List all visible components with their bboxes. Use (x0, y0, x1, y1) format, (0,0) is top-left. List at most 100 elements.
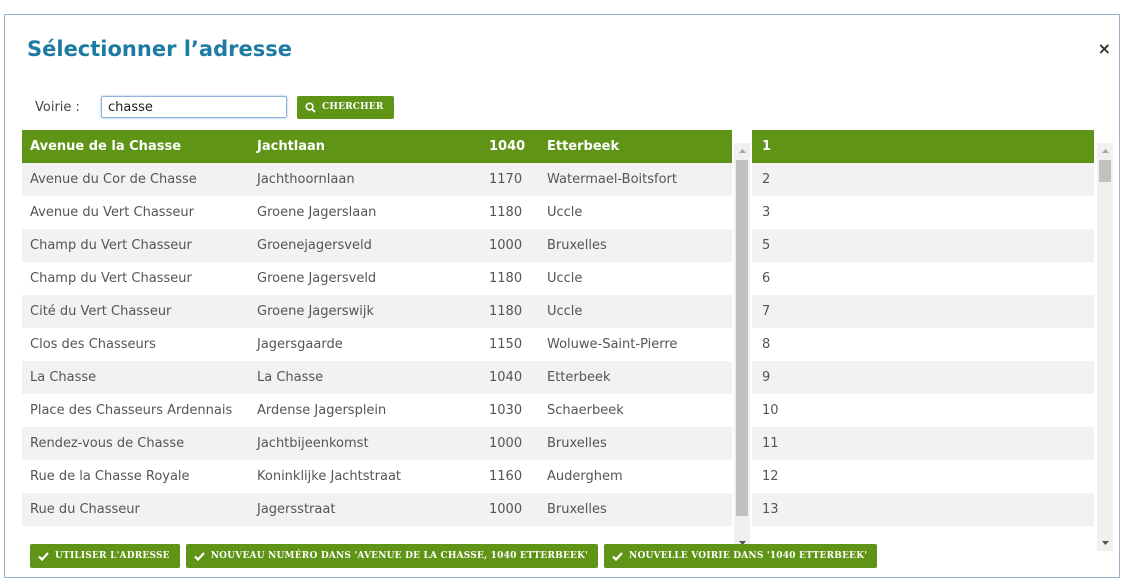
street-name-nl: Jachthoornlaan (257, 172, 355, 187)
street-name-nl: La Chasse (257, 370, 324, 385)
search-input[interactable] (101, 96, 287, 118)
street-name-nl: Jachtbijeenkomst (257, 436, 369, 451)
street-name-nl: Koninklijke Jachtstraat (257, 469, 402, 484)
postal-code: 1000 (489, 502, 523, 517)
postal-code: 1040 (489, 370, 523, 385)
street-name: Rue du Chasseur (30, 502, 140, 517)
postal-code: 1180 (489, 304, 523, 319)
street-row[interactable]: Cité du Vert Chasseur Groene Jagerswijk 11… (22, 295, 732, 328)
house-number-row[interactable]: 8 (752, 328, 1094, 361)
new-street-button[interactable]: NOUVELLE VOIRIE DANS '1040 ETTERBEEK' (604, 544, 878, 568)
street-name: Avenue de la Chasse (30, 139, 182, 154)
street-name: Clos des Chasseurs (30, 337, 156, 352)
scroll-thumb[interactable] (1099, 160, 1111, 182)
city: Uccle (547, 205, 583, 220)
street-name-nl: Ardense Jagersplein (257, 403, 387, 418)
search-row: Voirie : CHERCHER (35, 95, 394, 119)
street-name: La Chasse (30, 370, 97, 385)
scroll-up-icon[interactable] (1097, 143, 1113, 159)
number-list-scrollbar[interactable] (1097, 143, 1113, 551)
street-name-nl: Jagersgaarde (257, 337, 343, 352)
house-number-row[interactable]: 5 (752, 229, 1094, 262)
street-name-nl: Jagersstraat (257, 502, 336, 517)
street-row[interactable]: Avenue du Cor de Chasse Jachthoornlaan 117… (22, 163, 732, 196)
street-list: Avenue de la Chasse Jachtlaan 1040 Etterbee… (22, 130, 732, 536)
new-street-label: NOUVELLE VOIRIE DANS '1040 ETTERBEEK' (629, 551, 868, 561)
street-row[interactable]: Rue du Chasseur Jagersstraat 1000 Bruxelles (22, 493, 732, 526)
search-button[interactable]: CHERCHER (297, 95, 394, 119)
search-icon (305, 101, 316, 113)
new-number-label: NOUVEAU NUMÉRO DANS 'AVENUE DE LA CHASSE… (210, 551, 589, 561)
city: Bruxelles (547, 502, 607, 517)
street-row[interactable]: Champ du Vert Chasseur Groene Jagersveld 1… (22, 262, 732, 295)
use-address-button[interactable]: UTILISER L'ADRESSE (30, 544, 180, 568)
street-name: Avenue du Vert Chasseur (30, 205, 194, 220)
street-row[interactable]: Avenue de la Chasse Jachtlaan 1040 Etterbee… (22, 130, 732, 163)
house-number: 2 (762, 172, 771, 187)
postal-code: 1160 (489, 469, 523, 484)
check-icon (193, 551, 205, 561)
number-list: 1 2 3 5 6 7 8 9 10 11 12 13 (752, 130, 1094, 536)
dialog-title: Sélectionner l’adresse (27, 37, 292, 61)
house-number: 8 (762, 337, 771, 352)
street-name: Avenue du Cor de Chasse (30, 172, 197, 187)
search-label: Voirie : (35, 99, 80, 115)
postal-code: 1180 (489, 205, 523, 220)
check-icon (612, 551, 623, 561)
street-row[interactable]: Place des Chasseurs Ardennais Ardense Jag… (22, 394, 732, 427)
house-number-row[interactable]: 9 (752, 361, 1094, 394)
new-number-button[interactable]: NOUVEAU NUMÉRO DANS 'AVENUE DE LA CHASSE… (185, 544, 599, 568)
house-number: 1 (762, 139, 772, 154)
house-number-row[interactable]: 2 (752, 163, 1094, 196)
postal-code: 1000 (489, 436, 523, 451)
scroll-down-icon[interactable] (1097, 535, 1113, 551)
street-name-nl: Groene Jagersveld (257, 271, 377, 286)
house-number-row[interactable]: 3 (752, 196, 1094, 229)
house-number-row[interactable]: 1 (752, 130, 1094, 163)
street-row[interactable]: Avenue du Vert Chasseur Groene Jagerslaan… (22, 196, 732, 229)
street-name: Rendez-vous de Chasse (30, 436, 185, 451)
street-name-nl: Jachtlaan (257, 139, 326, 154)
house-number-row[interactable]: 6 (752, 262, 1094, 295)
city: Uccle (547, 304, 583, 319)
city: Bruxelles (547, 436, 607, 451)
postal-code: 1000 (489, 238, 523, 253)
street-list-scrollbar[interactable] (734, 143, 750, 551)
street-row[interactable]: Clos des Chasseurs Jagersgaarde 1150 Woluwe… (22, 328, 732, 361)
house-number-row[interactable]: 12 (752, 460, 1094, 493)
scroll-up-icon[interactable] (734, 143, 750, 159)
city: Bruxelles (547, 238, 607, 253)
postal-code: 1040 (489, 139, 526, 154)
scroll-thumb[interactable] (736, 160, 748, 516)
street-name-nl: Groene Jagerswijk (257, 304, 375, 319)
city: Etterbeek (547, 139, 620, 154)
check-icon (38, 551, 49, 561)
house-number-row[interactable]: 13 (752, 493, 1094, 526)
close-icon[interactable]: × (1098, 39, 1111, 58)
house-number-row[interactable]: 7 (752, 295, 1094, 328)
street-row[interactable]: Champ du Vert Chasseur Groenejagersveld 10… (22, 229, 732, 262)
city: Uccle (547, 271, 583, 286)
house-number-row[interactable]: 10 (752, 394, 1094, 427)
street-name: Champ du Vert Chasseur (30, 238, 192, 253)
street-row[interactable]: Rue de la Chasse Royale Koninklijke Jacht… (22, 460, 732, 493)
postal-code: 1180 (489, 271, 523, 286)
street-row[interactable]: Rendez-vous de Chasse Jachtbijeenkomst 100… (22, 427, 732, 460)
street-name-nl: Groenejagersveld (257, 238, 372, 253)
house-number: 10 (762, 403, 779, 418)
house-number: 5 (762, 238, 771, 253)
street-name: Cité du Vert Chasseur (30, 304, 172, 319)
house-number-row[interactable]: 11 (752, 427, 1094, 460)
house-number: 13 (762, 502, 779, 517)
search-button-label: CHERCHER (322, 102, 384, 112)
city: Auderghem (547, 469, 623, 484)
street-name-nl: Groene Jagerslaan (257, 205, 377, 220)
house-number: 9 (762, 370, 771, 385)
street-row[interactable]: La Chasse La Chasse 1040 Etterbeek (22, 361, 732, 394)
house-number: 7 (762, 304, 771, 319)
use-address-label: UTILISER L'ADRESSE (55, 551, 170, 561)
house-number: 6 (762, 271, 771, 286)
street-name: Rue de la Chasse Royale (30, 469, 190, 484)
city: Watermael-Boitsfort (547, 172, 677, 187)
street-name: Place des Chasseurs Ardennais (30, 403, 233, 418)
